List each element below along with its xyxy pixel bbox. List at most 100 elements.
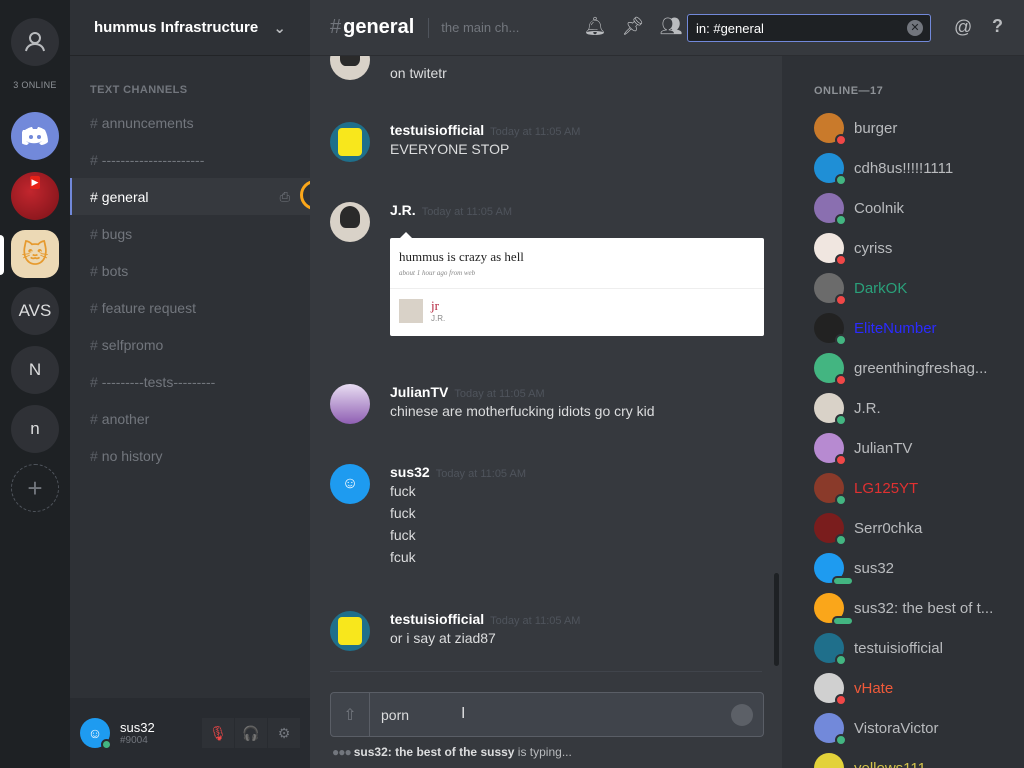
message-text: EVERYONE STOP [390,141,510,157]
friends-icon [25,32,45,52]
message-text: fuck [390,505,416,521]
member-name: J.R. [854,399,881,417]
channel-bugs[interactable]: # bugs [70,215,310,252]
message-author[interactable]: testuisiofficial Today at 11:05 AM [390,122,770,138]
member-list-item[interactable]: sus32: the best of t... [814,592,1014,626]
channel-separator-1[interactable]: # ---------------------- [70,141,310,178]
avatar[interactable] [330,611,370,651]
message-list: on twitetr testuisiofficial Today at 11:0… [310,56,782,670]
channel-general[interactable]: # general ⎙ [70,178,310,215]
discord-logo-server[interactable] [11,112,59,160]
timestamp: Today at 11:05 AM [435,468,527,480]
avatar[interactable] [330,122,370,162]
status-dot [835,134,847,146]
headphones-icon[interactable]: 🎧 [235,718,267,748]
message-author[interactable]: sus32 Today at 11:05 AM [390,464,770,480]
member-list-item[interactable]: greenthingfreshag... [814,352,1014,386]
gear-icon[interactable]: ⚙ [268,718,300,748]
member-list-item[interactable]: VistoraVictor [814,712,1014,746]
avatar [814,153,847,186]
member-list-item[interactable]: LG125YT [814,472,1014,506]
channel-another[interactable]: # another [70,400,310,437]
bell-icon[interactable]: 🔔︎ [576,16,614,37]
hash-icon: # [90,188,98,205]
timestamp: Today at 11:05 AM [454,388,545,400]
emoji-icon[interactable] [731,704,753,726]
member-list-item[interactable]: burger [814,112,1014,146]
close-icon[interactable]: ✕ [907,20,923,36]
status-dot [835,254,847,266]
scrollbar[interactable] [774,573,779,666]
member-name: DarkOK [854,279,908,297]
member-name: VistoraVictor [854,719,939,737]
avatar [814,713,847,746]
member-list-item[interactable]: EliteNumber [814,312,1014,346]
embed-handle: J.R. [431,314,446,323]
avs-server[interactable]: AVS [11,287,59,335]
direct-messages-button[interactable] [11,18,59,66]
message-text: fcuk [390,549,416,565]
channel-label: bugs [101,225,133,242]
channel-feature-request[interactable]: # feature request [70,289,310,326]
member-list-icon[interactable]: 👥︎ [652,16,690,37]
member-list-item[interactable]: cyriss [814,232,1014,266]
avatar [814,313,847,346]
avatar [814,433,847,466]
at-mention-icon[interactable]: @ [954,17,972,38]
cat-icon: 🐱 [21,238,49,269]
member-name: cdh8us!!!!!1111 [854,159,954,177]
member-list-item[interactable]: yellows111 [814,752,1014,768]
message-text: on twitetr [390,65,447,81]
member-list-item[interactable]: testuisiofficial [814,632,1014,666]
embed-author[interactable]: jr [431,298,439,314]
member-list-item[interactable]: JulianTV [814,432,1014,466]
hash-icon: # [90,151,98,168]
search-input[interactable]: in: #general [687,14,931,42]
avatar[interactable] [330,56,370,80]
avatar [814,233,847,266]
n-server-2[interactable]: n [11,405,59,453]
chevron-down-icon: ⌄ [273,19,286,37]
upload-icon[interactable]: ⇧ [331,693,370,736]
member-list-item[interactable]: DarkOK [814,272,1014,306]
youtube-server[interactable]: ▶ [11,172,59,220]
member-list-header: ONLINE—17 [814,85,884,97]
member-list-item[interactable]: sus32 [814,552,1014,586]
avatar [814,473,847,506]
channel-no-history[interactable]: # no history [70,437,310,474]
member-list-item[interactable]: cdh8us!!!!!1111 [814,152,1014,186]
mute-microphone-icon[interactable]: 🎙 [202,718,234,748]
message-author[interactable]: J.R. Today at 11:05 AM [390,202,770,218]
message-author[interactable]: testuisiofficial Today at 11:05 AM [390,611,770,627]
message-text: fuck [390,483,416,499]
avatar[interactable] [330,384,370,424]
hash-icon: # [90,336,98,353]
category-text-channels[interactable]: TEXT CHANNELS [90,84,310,96]
member-list-item[interactable]: Coolnik [814,192,1014,226]
channel-bots[interactable]: # bots [70,252,310,289]
member-list-item[interactable]: Serr0chka [814,512,1014,546]
add-server-button[interactable]: + [11,464,59,512]
avatar[interactable]: ☺ [330,464,370,504]
status-dot [835,334,847,346]
cat-server[interactable]: 🐱 [11,230,59,278]
pin-icon[interactable]: 📌︎ [614,16,652,37]
guild-header[interactable]: hummus Infrastructure ⌄ [70,0,310,56]
help-icon[interactable]: ? [992,16,1003,37]
member-list-item[interactable]: vHate [814,672,1014,706]
status-dot [835,294,847,306]
channel-selfpromo[interactable]: # selfpromo [70,326,310,363]
avatar[interactable]: ☺ [80,718,112,750]
status-dot [835,374,847,386]
message-author[interactable]: JulianTV Today at 11:05 AM [390,384,770,400]
channel-topic[interactable]: the main ch... [428,17,528,38]
channel-settings-icon[interactable]: ⎙ [280,189,290,205]
channel-annuncements[interactable]: # annuncements [70,104,310,141]
channel-tests-separator[interactable]: # ---------tests--------- [70,363,310,400]
member-list-item[interactable]: J.R. [814,392,1014,426]
tweet-embed[interactable]: hummus is crazy as hell about 1 hour ago… [390,232,764,336]
hash-icon: # [90,447,98,464]
message-input[interactable]: porn [381,707,409,723]
avatar[interactable] [330,202,370,242]
n-server-1[interactable]: N [11,346,59,394]
